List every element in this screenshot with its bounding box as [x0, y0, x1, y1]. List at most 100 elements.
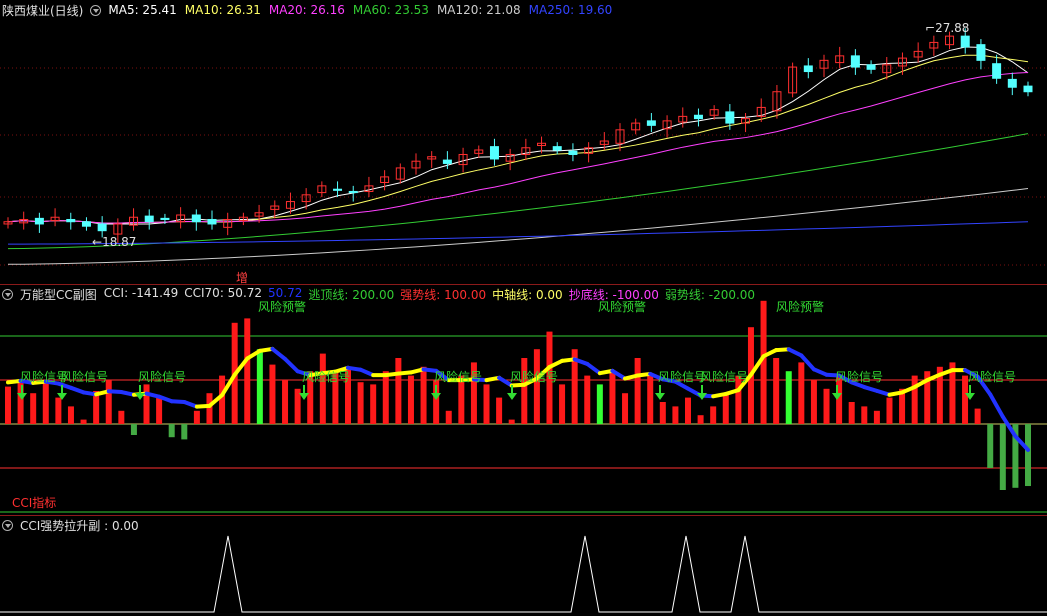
stock-title[interactable]: 陕西煤业(日线)	[2, 2, 83, 19]
risk-signal-label: 风险信号	[658, 369, 706, 384]
dropdown-circle-icon[interactable]	[2, 519, 13, 531]
cci-bar	[798, 362, 805, 424]
ma60-line	[7, 133, 1029, 250]
candle-down	[442, 159, 452, 164]
cci-bar	[999, 424, 1006, 490]
cci-bar	[219, 375, 226, 424]
high-marker-value: 27.88	[935, 21, 970, 35]
cci-bar	[143, 384, 150, 424]
cci-bar	[609, 371, 616, 424]
cci70-line-segment	[270, 346, 288, 361]
ma-legend-item: MA10: 26.31	[184, 3, 261, 17]
candle-down	[333, 188, 343, 191]
cci-legend-item: 强势线: 100.00	[400, 287, 487, 302]
dropdown-circle-icon[interactable]	[90, 4, 102, 16]
cci-bar	[622, 393, 629, 424]
candle-down	[191, 214, 201, 223]
cci-bar	[118, 410, 125, 424]
cci-bar	[710, 406, 717, 424]
risk-signal-label: 风险信号	[138, 369, 186, 384]
risk-signal-label: 风险信号	[302, 369, 350, 384]
cci-bar	[294, 388, 301, 424]
cci-title[interactable]: 万能型CC副图	[20, 286, 97, 303]
cci70-line-segment	[811, 367, 829, 377]
cci-bar	[269, 364, 276, 424]
cci-bar	[282, 380, 289, 424]
bottom-panel[interactable]: CCI强势拉升副 : 0.00	[0, 516, 1047, 616]
cci-bar	[773, 358, 780, 424]
ma-legend-item: MA5: 25.41	[108, 3, 177, 17]
ma20-line	[7, 71, 1029, 224]
candle-down	[160, 217, 170, 220]
cci-indicator-label: CCI指标	[12, 496, 57, 510]
cci-legend-item: 50.72	[268, 285, 303, 300]
down-arrow-icon	[431, 393, 441, 400]
high-marker: ⌐27.88	[925, 21, 970, 35]
cci70-line-segment	[358, 367, 376, 378]
cci-bar	[244, 318, 251, 424]
down-arrow-icon	[507, 393, 517, 400]
cci-bar	[30, 393, 37, 424]
ma-legend-item: MA120: 21.08	[436, 3, 521, 17]
dropdown-circle-icon[interactable]	[2, 288, 13, 300]
cci-legend-item: 抄底线: -100.00	[568, 287, 659, 302]
risk-signal-label: 风险信号	[434, 369, 482, 384]
cci-bar	[810, 380, 817, 424]
candle-down	[646, 120, 656, 126]
risk-signal-label: 风险信号	[835, 369, 883, 384]
cci-bar	[584, 375, 591, 424]
cci-legend-item: CCI: -141.49	[103, 285, 179, 300]
cci-bar	[1025, 424, 1031, 487]
cci-bar	[357, 382, 364, 424]
cci-panel[interactable]: 风险预警 风险预警 风险预警 风险信号 风险信号 风险信号 风险信号 风险信号 风险信号 风险信号…	[0, 285, 1047, 515]
cci-bar	[206, 393, 213, 424]
cci-bar	[483, 384, 490, 424]
risk-signal-label: 风险信号	[968, 369, 1016, 384]
cci-bar	[168, 424, 175, 438]
kline-panel[interactable]: 陕西煤业(日线) MA5: 25.41 MA10: 26.31 MA20: 26.1…	[0, 0, 1047, 285]
low-marker-value: 18.87	[102, 235, 137, 249]
cci-bar	[80, 419, 87, 424]
cci-legend: CCI: -141.49 CCI70: 50.72 50.72 逃顶线: 200.00…	[104, 286, 755, 303]
candle-down	[960, 35, 970, 48]
cci-bar	[659, 402, 666, 424]
cci-bar	[634, 358, 641, 424]
cci-bar	[559, 384, 566, 424]
cci-bar	[722, 393, 729, 424]
down-arrow-icon	[655, 393, 665, 400]
candle-down	[866, 64, 876, 70]
cci-bar	[533, 349, 540, 424]
cci-chart[interactable]: 风险预警 风险预警 风险预警风险信号风险信号 风险信号 风险信号 风险信号 风险信号 风险信号…	[0, 285, 1047, 515]
kline-chart[interactable]	[0, 0, 1047, 283]
candle-down	[850, 55, 860, 68]
candle-down	[693, 114, 703, 120]
candle-down	[81, 221, 91, 227]
cci-bar	[596, 384, 603, 424]
candle-down	[66, 218, 76, 223]
cci-bar	[496, 397, 503, 424]
cci-bar	[697, 415, 704, 424]
cci70-line-segment	[786, 347, 804, 358]
cci-bar	[785, 371, 792, 424]
risk-warning-label: 风险预警	[776, 299, 824, 314]
risk-signal-label: 风险信号	[510, 369, 558, 384]
bottom-title[interactable]: CCI强势拉升副 : 0.00	[20, 517, 139, 534]
cci-bar	[130, 424, 137, 435]
candle-down	[34, 217, 44, 225]
cci-bar	[156, 397, 163, 424]
cci-bar	[911, 375, 918, 424]
candle-down	[552, 146, 562, 151]
cci-legend-item: 中轴线: 0.00	[492, 287, 563, 302]
cci-bar	[105, 380, 112, 424]
cci-bar	[5, 386, 11, 424]
cci-bar	[521, 358, 528, 424]
cci-legend-item: 弱势线: -200.00	[664, 287, 756, 302]
cci-bar	[685, 397, 691, 424]
candle-down	[1023, 85, 1033, 93]
bottom-chart[interactable]	[0, 516, 1047, 616]
ma10-line	[7, 54, 1029, 224]
candle-down	[803, 65, 813, 73]
cci-bar	[407, 375, 414, 424]
low-marker: ←18.87	[92, 235, 137, 249]
cci-bar	[508, 419, 515, 424]
